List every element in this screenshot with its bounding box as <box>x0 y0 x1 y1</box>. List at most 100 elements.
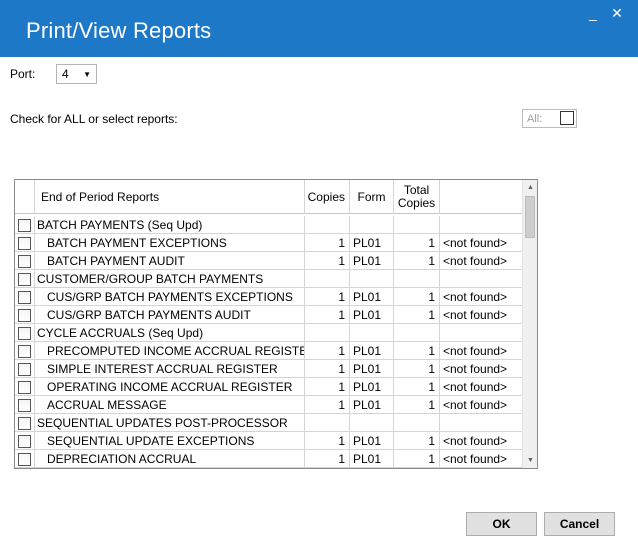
row-checkbox[interactable] <box>18 380 31 394</box>
report-name[interactable]: CUS/GRP BATCH PAYMENTS EXCEPTIONS <box>35 288 305 306</box>
report-copies[interactable]: 1 <box>305 288 350 306</box>
report-copies[interactable]: 1 <box>305 432 350 450</box>
report-name[interactable]: SIMPLE INTEREST ACCRUAL REGISTER <box>35 360 305 378</box>
report-group-row[interactable]: CUSTOMER/GROUP BATCH PAYMENTS <box>15 270 522 288</box>
report-total-copies[interactable]: 1 <box>394 450 440 468</box>
report-total-copies[interactable]: 1 <box>394 288 440 306</box>
report-form[interactable] <box>350 270 394 288</box>
row-checkbox[interactable] <box>18 308 31 322</box>
row-checkbox[interactable] <box>18 434 31 448</box>
close-icon[interactable]: ✕ <box>608 4 626 22</box>
report-copies[interactable]: 1 <box>305 252 350 270</box>
scrollbar-thumb[interactable] <box>525 196 535 238</box>
report-total-copies[interactable]: 1 <box>394 432 440 450</box>
report-copies[interactable]: 1 <box>305 450 350 468</box>
report-total-copies[interactable] <box>394 216 440 234</box>
report-row[interactable]: CUS/GRP BATCH PAYMENTS EXCEPTIONS 1 PL01 1 <… <box>15 288 522 306</box>
report-file[interactable] <box>440 216 522 234</box>
header-report-name[interactable]: End of Period Reports <box>35 180 305 214</box>
row-checkbox[interactable] <box>18 344 31 358</box>
report-file[interactable]: <not found> <box>440 342 522 360</box>
report-row[interactable]: DEPRECIATION ACCRUAL 1 PL01 1 <not found> <box>15 450 522 468</box>
report-name[interactable]: SEQUENTIAL UPDATE EXCEPTIONS <box>35 432 305 450</box>
report-row[interactable]: CUS/GRP BATCH PAYMENTS AUDIT 1 PL01 1 <not f… <box>15 306 522 324</box>
report-copies[interactable]: 1 <box>305 360 350 378</box>
report-name[interactable]: CYCLE ACCRUALS (Seq Upd) <box>35 324 305 342</box>
row-checkbox[interactable] <box>18 416 31 430</box>
report-file[interactable]: <not found> <box>440 234 522 252</box>
report-group-row[interactable]: SEQUENTIAL UPDATES POST-PROCESSOR <box>15 414 522 432</box>
report-total-copies[interactable]: 1 <box>394 396 440 414</box>
header-copies[interactable]: Copies <box>305 180 350 214</box>
report-file[interactable] <box>440 270 522 288</box>
report-form[interactable]: PL01 <box>350 234 394 252</box>
report-form[interactable]: PL01 <box>350 396 394 414</box>
report-total-copies[interactable]: 1 <box>394 378 440 396</box>
header-file[interactable] <box>440 180 522 214</box>
report-copies[interactable]: 1 <box>305 234 350 252</box>
report-row[interactable]: PRECOMPUTED INCOME ACCRUAL REGISTER 1 PL01… <box>15 342 522 360</box>
report-file[interactable] <box>440 414 522 432</box>
cancel-button[interactable]: Cancel <box>544 512 615 536</box>
report-name[interactable]: PRECOMPUTED INCOME ACCRUAL REGISTER <box>35 342 305 360</box>
row-checkbox[interactable] <box>18 272 31 286</box>
row-checkbox[interactable] <box>18 326 31 340</box>
report-row[interactable]: OPERATING INCOME ACCRUAL REGISTER 1 PL01 1 <… <box>15 378 522 396</box>
report-form[interactable]: PL01 <box>350 432 394 450</box>
report-form[interactable]: PL01 <box>350 306 394 324</box>
report-total-copies[interactable] <box>394 414 440 432</box>
report-row[interactable]: SEQUENTIAL UPDATE EXCEPTIONS 1 PL01 1 <not f… <box>15 432 522 450</box>
row-checkbox[interactable] <box>18 398 31 412</box>
report-copies[interactable]: 1 <box>305 306 350 324</box>
report-row[interactable]: SIMPLE INTEREST ACCRUAL REGISTER 1 PL01 1 <n… <box>15 360 522 378</box>
report-total-copies[interactable] <box>394 270 440 288</box>
report-file[interactable]: <not found> <box>440 360 522 378</box>
row-checkbox[interactable] <box>18 218 31 232</box>
report-form[interactable]: PL01 <box>350 342 394 360</box>
row-checkbox[interactable] <box>18 236 31 250</box>
report-name[interactable]: SEQUENTIAL UPDATES POST-PROCESSOR <box>35 414 305 432</box>
report-name[interactable]: DEPRECIATION ACCRUAL <box>35 450 305 468</box>
report-copies[interactable] <box>305 324 350 342</box>
report-file[interactable]: <not found> <box>440 288 522 306</box>
report-name[interactable]: ACCRUAL MESSAGE <box>35 396 305 414</box>
row-checkbox[interactable] <box>18 362 31 376</box>
report-group-row[interactable]: CYCLE ACCRUALS (Seq Upd) <box>15 324 522 342</box>
minimize-icon[interactable]: _ <box>584 4 602 22</box>
report-copies[interactable]: 1 <box>305 378 350 396</box>
report-form[interactable]: PL01 <box>350 450 394 468</box>
report-row[interactable]: ACCRUAL MESSAGE 1 PL01 1 <not found> <box>15 396 522 414</box>
report-total-copies[interactable]: 1 <box>394 252 440 270</box>
report-row[interactable]: BATCH PAYMENT AUDIT 1 PL01 1 <not found> <box>15 252 522 270</box>
report-form[interactable]: PL01 <box>350 360 394 378</box>
port-select[interactable]: 4 ▼ <box>56 64 97 84</box>
report-name[interactable]: BATCH PAYMENTS (Seq Upd) <box>35 216 305 234</box>
report-form[interactable] <box>350 414 394 432</box>
report-group-row[interactable]: BATCH PAYMENTS (Seq Upd) <box>15 216 522 234</box>
report-name[interactable]: BATCH PAYMENT EXCEPTIONS <box>35 234 305 252</box>
row-checkbox[interactable] <box>18 452 31 466</box>
report-form[interactable]: PL01 <box>350 252 394 270</box>
report-form[interactable]: PL01 <box>350 288 394 306</box>
header-form[interactable]: Form <box>350 180 394 214</box>
ok-button[interactable]: OK <box>466 512 537 536</box>
report-file[interactable]: <not found> <box>440 378 522 396</box>
report-form[interactable] <box>350 216 394 234</box>
report-file[interactable]: <not found> <box>440 450 522 468</box>
all-toggle[interactable]: All: <box>522 109 577 128</box>
report-copies[interactable] <box>305 270 350 288</box>
report-form[interactable]: PL01 <box>350 378 394 396</box>
report-copies[interactable] <box>305 414 350 432</box>
report-total-copies[interactable]: 1 <box>394 306 440 324</box>
all-checkbox[interactable] <box>560 111 574 125</box>
report-file[interactable]: <not found> <box>440 252 522 270</box>
report-file[interactable]: <not found> <box>440 306 522 324</box>
report-copies[interactable] <box>305 216 350 234</box>
row-checkbox[interactable] <box>18 290 31 304</box>
report-total-copies[interactable]: 1 <box>394 342 440 360</box>
report-name[interactable]: OPERATING INCOME ACCRUAL REGISTER <box>35 378 305 396</box>
report-total-copies[interactable]: 1 <box>394 234 440 252</box>
report-name[interactable]: CUS/GRP BATCH PAYMENTS AUDIT <box>35 306 305 324</box>
report-file[interactable]: <not found> <box>440 396 522 414</box>
report-total-copies[interactable]: 1 <box>394 360 440 378</box>
